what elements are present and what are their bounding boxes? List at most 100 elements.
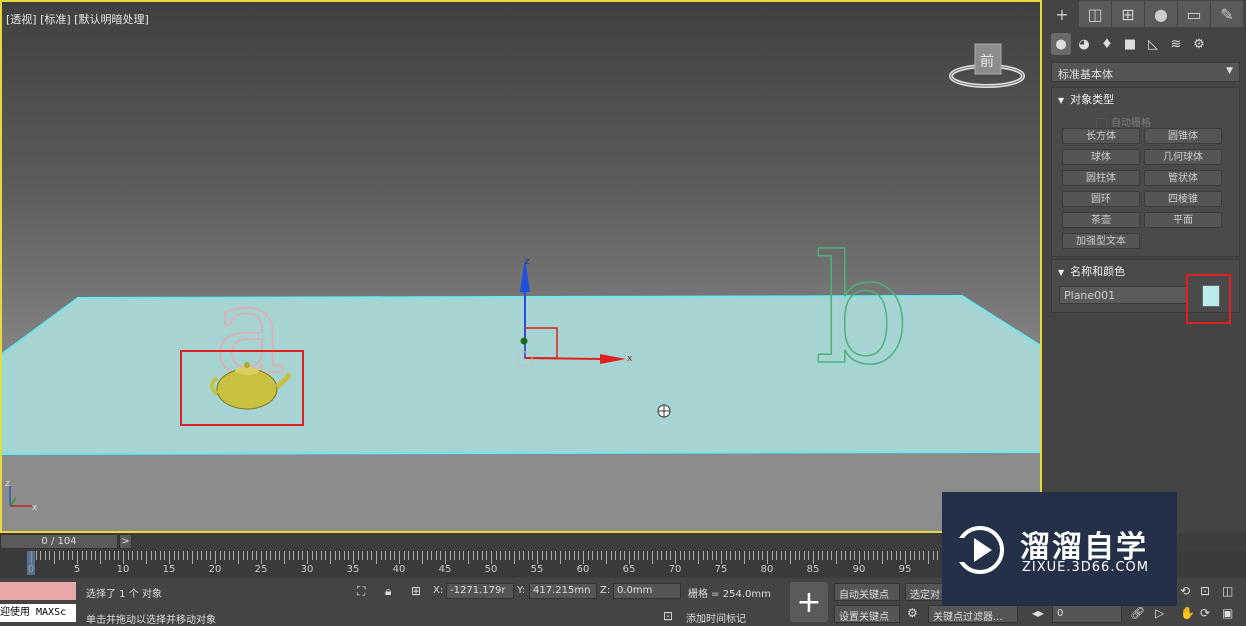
set-key-button[interactable]: 设置关键点: [834, 605, 900, 623]
trackbar-tick: [523, 551, 525, 560]
move-cursor: [657, 404, 671, 418]
key-filters-button[interactable]: 关键点过滤器...: [928, 605, 1018, 623]
previous-key-icon[interactable]: ◂▸: [1032, 606, 1044, 620]
key-mode-icon[interactable]: +: [790, 582, 828, 622]
trackbar-tick: [840, 551, 842, 560]
primitive-type-dropdown[interactable]: 标准基本体 ▼: [1051, 62, 1240, 82]
sphere-button[interactable]: 球体: [1062, 149, 1140, 165]
trackbar-tick-label: 40: [392, 564, 406, 575]
cylinder-button[interactable]: 圆柱体: [1062, 170, 1140, 186]
trackbar-tick-label: 50: [484, 564, 498, 575]
plane-button[interactable]: 平面: [1144, 212, 1222, 228]
trackbar-tick: [532, 551, 534, 560]
snap-icon[interactable]: 🔗︎: [1130, 606, 1145, 620]
geosphere-button[interactable]: 几何球体: [1144, 149, 1222, 165]
motion-tab-icon[interactable]: ●: [1145, 1, 1177, 27]
key-filter-icon[interactable]: ⚙: [907, 606, 918, 620]
trackbar-tick: [550, 551, 552, 560]
z-coordinate-field[interactable]: 0.0mm: [613, 583, 681, 599]
trackbar-tick: [297, 551, 299, 560]
trackbar-tick: [251, 551, 253, 560]
maxscript-listener-input[interactable]: 迎使用 MAXSc: [0, 604, 76, 622]
shapes-icon[interactable]: ◕: [1074, 33, 1094, 55]
box-button[interactable]: 长方体: [1062, 128, 1140, 144]
cone-button[interactable]: 圆锥体: [1144, 128, 1222, 144]
time-slider[interactable]: 0 / 104: [0, 534, 118, 549]
modify-tab-icon[interactable]: ◫: [1079, 1, 1111, 27]
object-name-input[interactable]: Plane001: [1059, 286, 1188, 304]
maxscript-listener-top[interactable]: [0, 582, 76, 600]
trackbar-tick: [868, 551, 870, 560]
trackbar-tick: [445, 551, 446, 564]
trackbar-tick: [463, 551, 465, 560]
geometry-icon[interactable]: ●: [1051, 33, 1071, 55]
play-icon[interactable]: ▷: [1155, 606, 1164, 620]
trackbar-tick: [573, 551, 575, 560]
hierarchy-tab-icon[interactable]: ⊞: [1112, 1, 1144, 27]
trackbar-tick: [771, 551, 773, 560]
selected-dropdown[interactable]: 选定对: [905, 583, 945, 601]
torus-button[interactable]: 圆环: [1062, 191, 1140, 207]
teapot-button[interactable]: 茶壶: [1062, 212, 1140, 228]
systems-icon[interactable]: ⚙: [1189, 33, 1209, 55]
y-coordinate-field[interactable]: 417.215mn: [529, 583, 597, 599]
trackbar-tick: [380, 551, 382, 560]
trackbar-tick: [454, 551, 456, 560]
helpers-icon[interactable]: ◺: [1143, 33, 1163, 55]
trackbar-tick: [790, 551, 791, 564]
trackbar-tick: [610, 551, 612, 560]
next-frame-button[interactable]: >: [119, 534, 132, 549]
trackbar-tick: [164, 551, 166, 560]
maximize-viewport-icon[interactable]: ▣: [1222, 606, 1233, 620]
trackbar-tick: [698, 551, 699, 564]
object-type-title: 对象类型: [1070, 93, 1115, 106]
time-tag-icon[interactable]: ⊡: [663, 609, 673, 623]
spacewarps-icon[interactable]: ≋: [1166, 33, 1186, 55]
viewcube-face-label: 前: [980, 53, 994, 70]
trackbar-tick-label: 30: [300, 564, 314, 575]
autogrid-checkbox[interactable]: 自动栅格: [1096, 114, 1151, 129]
utilities-tab-icon[interactable]: ✎: [1211, 1, 1243, 27]
trackbar-tick: [688, 551, 690, 560]
auto-key-button[interactable]: 自动关键点: [834, 583, 900, 601]
trackbar-tick: [923, 551, 925, 560]
trackbar-tick: [877, 551, 879, 560]
prompt-line: 单击并拖动以选择并移动对象: [86, 615, 216, 626]
zoom-extents-icon[interactable]: ⊡: [1200, 584, 1210, 598]
object-type-header[interactable]: ▼ 对象类型: [1052, 88, 1239, 108]
trackbar-tick: [836, 551, 837, 564]
trackbar-tick: [785, 551, 787, 560]
current-frame-field[interactable]: 0: [1052, 605, 1122, 623]
absolute-mode-icon[interactable]: ⊞: [411, 584, 421, 598]
fov-icon[interactable]: ◫: [1222, 584, 1233, 598]
trackbar-tick: [422, 551, 423, 564]
perspective-viewport[interactable]: [透视] [标准] [默认明暗处理] a b z x z x 前: [0, 0, 1042, 533]
trackbar-tick-label: 20: [208, 564, 222, 575]
trackbar-tick: [794, 551, 796, 560]
orbit-icon[interactable]: ⟲: [1180, 584, 1190, 598]
trackbar-tick-label: 60: [576, 564, 590, 575]
tube-button[interactable]: 管状体: [1144, 170, 1222, 186]
lights-icon[interactable]: ♦: [1097, 33, 1117, 55]
trackbar-tick: [399, 551, 400, 564]
trackbar-tick: [113, 551, 115, 560]
create-tab-icon[interactable]: +: [1046, 1, 1078, 27]
textplus-button[interactable]: 加强型文本: [1062, 233, 1140, 249]
display-tab-icon[interactable]: ▭: [1178, 1, 1210, 27]
trackbar-tick: [44, 551, 46, 560]
trackbar-tick: [449, 551, 451, 560]
trackbar-tick-label: 65: [622, 564, 636, 575]
current-frame-marker[interactable]: [27, 551, 35, 575]
orbit-mode-icon[interactable]: ⟳: [1200, 606, 1210, 620]
cameras-icon[interactable]: ■: [1120, 33, 1140, 55]
lock-selection-icon[interactable]: 🔒︎: [385, 584, 391, 599]
trackbar-tick: [546, 551, 548, 560]
isolate-selection-icon[interactable]: ⛶: [357, 584, 365, 599]
trackbar-tick: [353, 551, 354, 564]
world-axis-tripod: z x: [5, 479, 38, 513]
trackbar-tick-label: 55: [530, 564, 544, 575]
trackbar-tick: [826, 551, 828, 560]
pyramid-button[interactable]: 四棱锥: [1144, 191, 1222, 207]
pan-hand-icon[interactable]: ✋: [1180, 606, 1195, 620]
x-coordinate-field[interactable]: -1271.179r: [446, 583, 514, 599]
